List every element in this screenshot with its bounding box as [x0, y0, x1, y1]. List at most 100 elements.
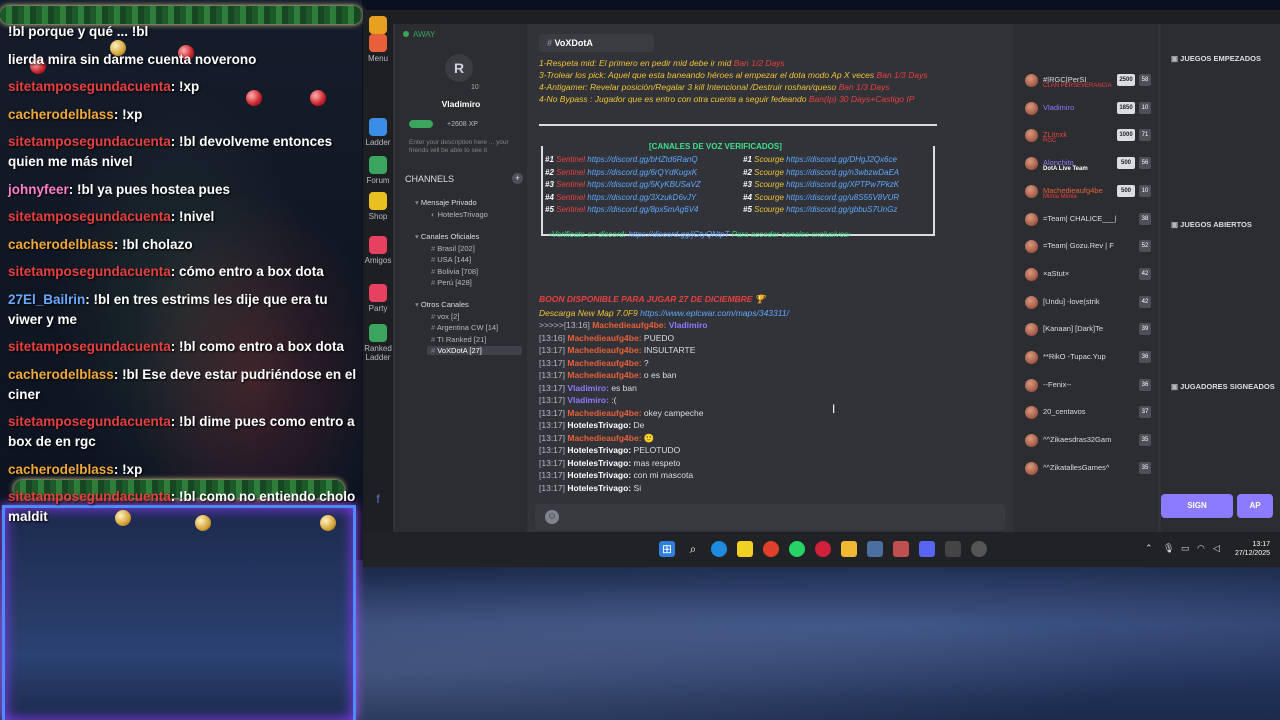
signed-players-header[interactable]: JUGADORES SIGNEADOS [1171, 382, 1275, 391]
windows-start-icon[interactable]: ⊞ [659, 541, 675, 557]
member-item[interactable]: =Team| Gozu.Rev | F 52 [1025, 238, 1153, 258]
channel-item[interactable]: vox [2] [431, 312, 459, 321]
window-titlebar[interactable] [363, 12, 1280, 24]
status-indicator[interactable]: AWAY [403, 30, 435, 39]
download-link[interactable]: https://www.eplcwar.com/maps/343311/ [640, 308, 789, 318]
message-author[interactable]: HotelesTrivago: [567, 420, 631, 430]
voice-link[interactable]: https://discord.gg/DHgJ2Qx6ce [786, 155, 897, 164]
member-item[interactable]: --Fenix-- 36 [1025, 377, 1153, 397]
member-item[interactable]: #|RGC|PerSI CLAN PERSEVERANCIA 2500 58 [1025, 72, 1153, 92]
rail-label: Ladder [365, 138, 391, 147]
message-author[interactable]: Vladimiro: [567, 383, 609, 393]
voice-link[interactable]: https://discord.gg/5KyKBUSaVZ [587, 180, 700, 189]
rail-item-forum[interactable]: Forum [363, 156, 393, 185]
rail-item-shop[interactable]: Shop [363, 192, 393, 221]
member-avatar [1025, 351, 1038, 364]
member-item[interactable]: Vladimiro 1850 10 [1025, 100, 1153, 120]
sign-button[interactable]: SIGN [1161, 494, 1233, 518]
message-author[interactable]: HotelesTrivago: [567, 483, 631, 493]
channel-item[interactable]: Bolivia [708] [431, 267, 478, 276]
message-author[interactable]: HotelesTrivago: [567, 470, 631, 480]
chevron-up-icon[interactable]: ⌃ [1145, 543, 1153, 554]
voice-link[interactable]: https://discord.gg/bHZtd6RanQ [587, 155, 697, 164]
message-author[interactable]: Machedieaufg4be: [592, 320, 666, 330]
text-cursor-icon: I [832, 402, 836, 416]
voice-link[interactable]: https://discord.gg/gbbuS7UnGz [786, 205, 897, 214]
rail-item-menu[interactable]: Menu [363, 34, 393, 63]
channel-item[interactable]: Brasil [202] [431, 244, 475, 253]
game-client-icon[interactable] [893, 541, 909, 557]
message-input[interactable]: ☺ [535, 504, 1005, 530]
message-author[interactable]: Vladimiro: [567, 395, 609, 405]
add-channel-icon[interactable]: + [512, 173, 523, 184]
member-item[interactable]: ^^ZikatallesGames^ 35 [1025, 460, 1153, 480]
rail-item-ladder[interactable]: Ladder [363, 118, 393, 147]
whatsapp-icon[interactable] [789, 541, 805, 557]
rule-penalty: Ban(Ip) 30 Days+Castigo IP [808, 94, 915, 104]
edge-browser-icon[interactable] [711, 541, 727, 557]
channel-item[interactable]: Perú [428] [431, 278, 472, 287]
message-author[interactable]: Machedieaufg4be: [567, 408, 641, 418]
member-item[interactable]: ^^Zikaesdras32Gam 35 [1025, 432, 1153, 452]
file-explorer-icon[interactable] [841, 541, 857, 557]
emoji-icon[interactable]: ☺ [545, 510, 559, 524]
message-author[interactable]: Machedieaufg4be: [567, 358, 641, 368]
clock[interactable]: 13:17 27/12/2025 [1235, 540, 1270, 558]
member-item[interactable]: =Team| CHALICE___| 38 [1025, 211, 1153, 231]
channel-item[interactable]: HotelesTrivago [431, 210, 488, 219]
member-item[interactable]: ×aStut× 42 [1025, 266, 1153, 286]
message-author[interactable]: Machedieaufg4be: [567, 333, 641, 343]
opera-icon[interactable] [815, 541, 831, 557]
member-item[interactable]: Alonchito DotA Live Team 500 56 [1025, 155, 1153, 175]
message-author[interactable]: HotelesTrivago: [567, 458, 631, 468]
verify-link[interactable]: https://discord.gg/jGtyQNtpT [628, 230, 729, 239]
rail-item-party[interactable]: Party [363, 284, 393, 313]
profile-description[interactable]: Enter your description here ... your fri… [409, 139, 519, 155]
category-2[interactable]: Otros Canales [415, 300, 469, 309]
search-icon[interactable]: ⌕ [685, 541, 701, 557]
member-item[interactable]: Machedieaufg4be Mimia Mimia 500 10 [1025, 183, 1153, 203]
rail-item-ranked-ladder[interactable]: Ranked Ladder [363, 324, 393, 362]
ap-mode-button[interactable]: AP [1237, 494, 1273, 518]
chat-username: sitetamposegundacuenta [8, 209, 171, 224]
category-1[interactable]: Canales Oficiales [415, 232, 479, 241]
games-open-header[interactable]: JUEGOS ABIERTOS [1171, 220, 1252, 229]
channel-item[interactable]: USA [144] [431, 255, 471, 264]
channel-item[interactable]: Argentina CW [14] [431, 323, 498, 332]
app-logo-icon[interactable] [363, 16, 393, 36]
voice-link[interactable]: https://discord.gg/8px5mAg6V4 [587, 205, 698, 214]
notes-icon[interactable] [737, 541, 753, 557]
games-started-header[interactable]: JUEGOS EMPEZADOS [1171, 54, 1261, 63]
microphone-icon[interactable]: 🎙 [1163, 543, 1174, 554]
chrome-icon[interactable] [763, 541, 779, 557]
voice-link[interactable]: https://discord.gg/XPTPw7PkzK [786, 180, 899, 189]
message-author[interactable]: HotelesTrivago: [567, 445, 631, 455]
store-icon[interactable] [867, 541, 883, 557]
channel-item[interactable]: VoXDotA [27] [427, 346, 522, 355]
message-author[interactable]: Machedieaufg4be: [567, 345, 641, 355]
rail-item-amigos[interactable]: Amigos [363, 236, 393, 265]
avatar[interactable]: R [445, 54, 473, 82]
facebook-icon[interactable]: f [363, 492, 393, 506]
message-author[interactable]: Machedieaufg4be: [567, 433, 641, 443]
obs-icon[interactable] [945, 541, 961, 557]
member-item[interactable]: ZLitnxk RGC 1000 71 [1025, 127, 1153, 147]
voice-link[interactable]: https://discord.gg/6rQYdKugxK [587, 168, 697, 177]
member-item[interactable]: [Undu] -love(strik 42 [1025, 294, 1153, 314]
voice-number: #2 [545, 167, 554, 177]
member-item[interactable]: **RikO -Tupac.Yup 36 [1025, 349, 1153, 369]
member-item[interactable]: [Kanaan] [Dark]Te 39 [1025, 321, 1153, 341]
member-item[interactable]: 20_centavos 37 [1025, 404, 1153, 424]
voice-link[interactable]: https://discord.gg/3XzukD6vJY [587, 193, 696, 202]
voice-link[interactable]: https://discord.gg/u8S55V8VUR [786, 193, 899, 202]
timestamp: [13:17] [539, 382, 565, 393]
category-0[interactable]: Mensaje Privado [415, 198, 477, 207]
discord-icon[interactable] [919, 541, 935, 557]
voice-link[interactable]: https://discord.gg/n3wbzwDaEA [786, 168, 899, 177]
message-author[interactable]: Machedieaufg4be: [567, 370, 641, 380]
channel-item[interactable]: TI Ranked [21] [431, 335, 486, 344]
network-icon[interactable]: ▭ [1181, 543, 1190, 554]
app-icon[interactable] [971, 541, 987, 557]
volume-icon[interactable]: ◁ [1213, 543, 1220, 554]
wifi-icon[interactable]: ◠ [1197, 543, 1205, 554]
